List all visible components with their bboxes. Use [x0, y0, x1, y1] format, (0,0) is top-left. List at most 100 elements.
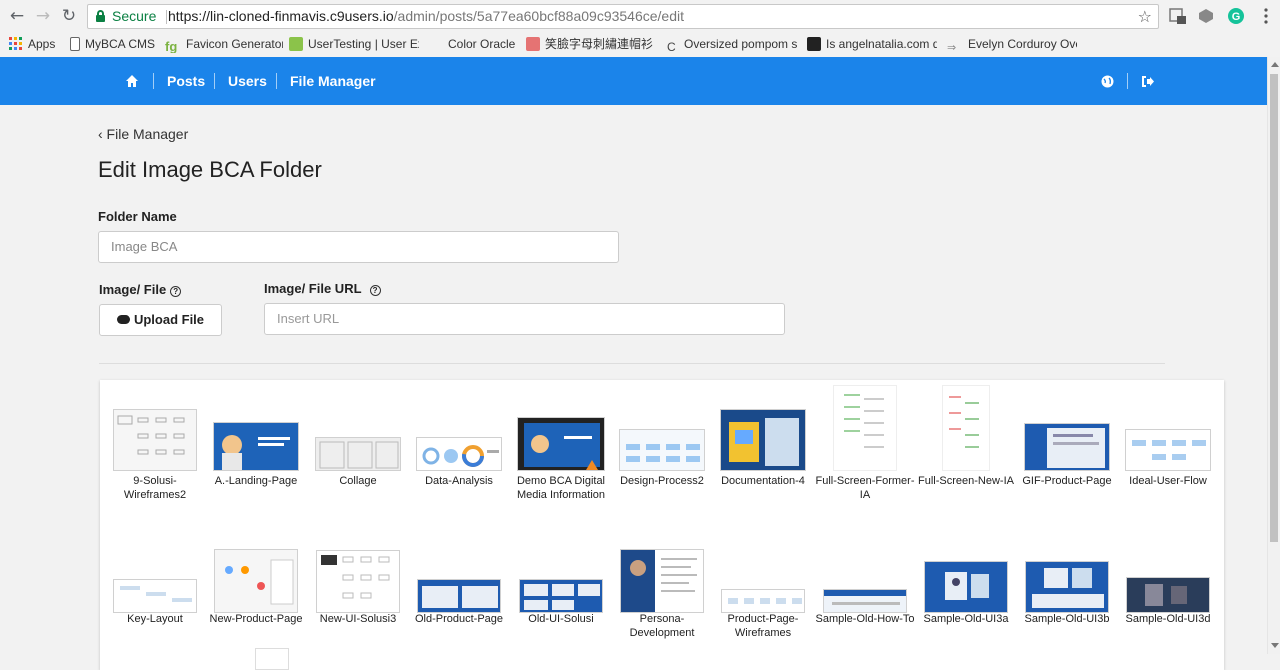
thumbnail — [113, 409, 197, 471]
fg-icon: fg — [165, 39, 178, 53]
item-label: Collage — [339, 475, 377, 487]
image-url-label-text: Image/ File URL — [264, 281, 362, 296]
item-label: Product-Page-Wireframes — [727, 613, 799, 639]
thumbnail — [316, 550, 400, 613]
svg-text:G: G — [1232, 11, 1241, 23]
item-label: New-UI-Solusi3 — [319, 613, 397, 625]
folder-name-input[interactable]: Image BCA — [98, 231, 619, 263]
thumbnail — [214, 549, 298, 613]
bookmark-pompom[interactable]: C Oversized pompom s — [667, 36, 797, 53]
bookmark-label: MyBCA CMS — [85, 37, 156, 51]
upload-file-button[interactable]: Upload File — [99, 304, 222, 336]
divider — [99, 363, 1165, 364]
help-icon[interactable]: ? — [369, 285, 381, 296]
browser-chrome: ← → ↻ Secure https://lin-cloned-finmavis… — [0, 0, 1280, 57]
thumbnail[interactable] — [255, 648, 289, 670]
url-path: /admin/posts/5a77ea60bcf88a09c93546ce/ed… — [393, 8, 684, 24]
item-label: Data-Analysis — [425, 475, 493, 487]
thumbnail — [720, 409, 806, 471]
image-file-label: Image/ File? — [99, 282, 182, 297]
url-host: https://lin-cloned-finmavis.c9users.io — [168, 8, 394, 24]
bookmark-star-icon[interactable]: ☆ — [1138, 5, 1152, 28]
url-text: https://lin-cloned-finmavis.c9users.io/a… — [168, 5, 684, 28]
bookmark-label: Evelyn Corduroy Ove — [968, 37, 1077, 51]
page-scrollbar[interactable] — [1267, 57, 1280, 654]
address-bar[interactable]: Secure https://lin-cloned-finmavis.c9use… — [87, 4, 1159, 29]
thumbnail — [1126, 577, 1210, 613]
bookmark-usertesting[interactable]: UserTesting | User Exp — [289, 36, 419, 53]
shop-icon — [526, 37, 540, 51]
item-label: GIF-Product-Page — [1022, 475, 1112, 487]
bookmark-favicon-generator[interactable]: fg Favicon Generator — [165, 36, 283, 53]
bookmark-label: Favicon Generator — [186, 37, 283, 51]
thumbnail — [417, 579, 501, 613]
item-label: 9-Solusi-Wireframes2 — [123, 475, 187, 501]
image-url-input[interactable]: Insert URL — [264, 303, 785, 335]
item-label: Design-Process2 — [620, 475, 704, 487]
back-arrow-icon[interactable]: ← — [8, 7, 26, 25]
bookmark-mybca[interactable]: MyBCA CMS — [70, 36, 160, 53]
page-icon — [70, 37, 80, 51]
c-icon: C — [667, 40, 676, 53]
extension-icon[interactable] — [1168, 7, 1186, 25]
item-label: Old-Product-Page — [414, 613, 504, 625]
thumbnail — [721, 589, 805, 613]
thumbnail — [942, 385, 990, 471]
thumbnail — [619, 429, 705, 471]
item-label: Sample-Old-How-To — [815, 613, 915, 625]
scrollbar-thumb[interactable] — [1270, 74, 1278, 542]
nav-posts[interactable]: Posts — [167, 57, 205, 105]
scroll-up-icon[interactable] — [1271, 62, 1279, 67]
secure-label: Secure — [112, 8, 157, 24]
thumbnail — [823, 589, 907, 613]
folder-name-label: Folder Name — [98, 209, 177, 224]
thumbnail — [620, 549, 704, 613]
item-label: Ideal-User-Flow — [1129, 475, 1207, 487]
bookmark-angelnatalia[interactable]: Is angelnatalia.com d — [807, 36, 937, 53]
thumbnail — [1024, 423, 1110, 471]
item-label: Persona-Development — [629, 613, 695, 639]
thumbnail — [924, 561, 1008, 613]
home-icon[interactable] — [125, 57, 139, 105]
bookmark-label: Color Oracle — [448, 37, 516, 51]
globe-icon[interactable] — [1101, 57, 1114, 105]
thumbnail — [213, 422, 299, 471]
grammarly-icon[interactable]: G — [1227, 7, 1245, 25]
browser-toolbar: ← → ↻ Secure https://lin-cloned-finmavis… — [0, 0, 1280, 33]
nav-file-manager[interactable]: File Manager — [290, 57, 376, 105]
main-content: ‹ File Manager Edit Image BCA Folder Fol… — [0, 105, 1267, 670]
menu-dots-icon[interactable] — [1257, 7, 1275, 25]
blank-icon — [433, 37, 443, 51]
bookmark-apps[interactable]: Apps — [9, 36, 69, 53]
thumbnail — [1025, 561, 1109, 613]
reload-icon[interactable]: ↻ — [60, 7, 78, 25]
bookmarks-bar: Apps MyBCA CMS fg Favicon Generator UserT… — [0, 33, 1280, 56]
bookmark-label: UserTesting | User Exp — [308, 37, 419, 51]
cloud-upload-icon — [116, 315, 130, 324]
lock-icon — [96, 10, 105, 22]
nav-divider — [276, 73, 277, 89]
forward-arrow-icon[interactable]: → — [34, 7, 52, 25]
nav-divider — [1127, 73, 1128, 89]
address-divider — [166, 10, 167, 24]
nav-users[interactable]: Users — [228, 57, 267, 105]
bookmark-color-oracle[interactable]: Color Oracle — [433, 36, 519, 53]
thumbnail — [315, 437, 401, 471]
image-gallery: 9-Solusi-Wireframes2 A.-Landing-Page Col… — [100, 380, 1224, 670]
image-url-label: Image/ File URL? — [264, 281, 381, 296]
item-label: Sample-Old-UI3b — [1024, 613, 1110, 625]
item-label: Old-UI-Solusi — [528, 613, 594, 625]
site-icon — [807, 37, 821, 51]
bookmark-evelyn[interactable]: ⇒ Evelyn Corduroy Ove — [947, 36, 1077, 53]
back-to-file-manager-link[interactable]: ‹ File Manager — [98, 126, 188, 142]
scroll-down-icon[interactable] — [1271, 643, 1279, 648]
item-label: A.-Landing-Page — [214, 475, 298, 487]
help-icon[interactable]: ? — [170, 286, 182, 297]
thumbnail — [113, 579, 197, 613]
bookmark-hoodie[interactable]: 笑臉字母刺繡連帽衫 — [526, 36, 657, 53]
extension-shield-icon[interactable] — [1197, 7, 1215, 25]
sign-out-icon[interactable] — [1141, 57, 1154, 105]
item-label: Documentation-4 — [721, 475, 805, 487]
image-file-label-text: Image/ File — [99, 282, 167, 297]
nav-divider — [214, 73, 215, 89]
